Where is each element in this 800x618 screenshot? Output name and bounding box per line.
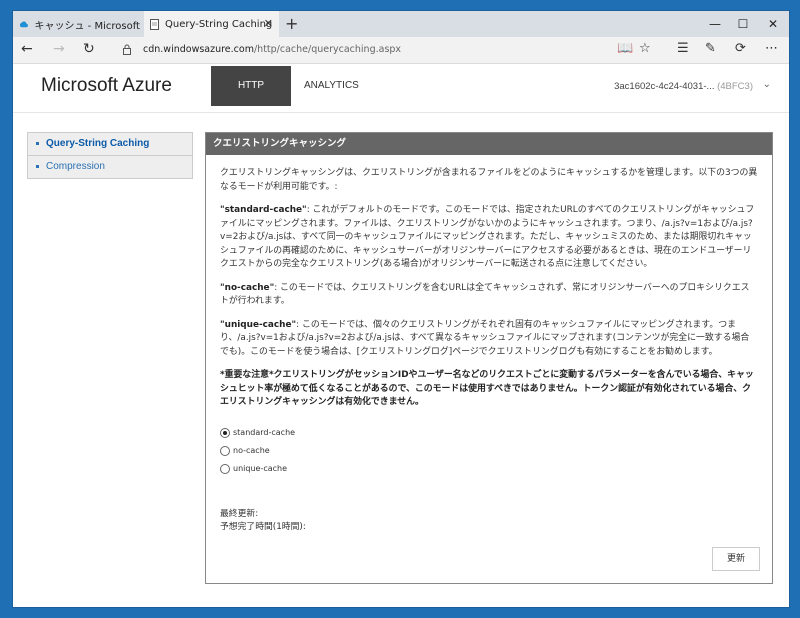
radio-button[interactable] bbox=[220, 445, 230, 456]
query-caching-panel: クエリストリングキャッシング クエリストリングキャッシングは、クエリストリングが… bbox=[205, 132, 773, 584]
radio-unique-cache[interactable]: unique-cache bbox=[220, 460, 758, 478]
maximize-icon[interactable]: ☐ bbox=[728, 11, 758, 37]
brand-logo[interactable]: Microsoft Azure bbox=[41, 75, 172, 97]
account-code: (4BFC3) bbox=[717, 81, 753, 92]
favorite-star-icon[interactable]: ☆ bbox=[639, 41, 651, 56]
back-icon[interactable]: ← bbox=[21, 41, 33, 57]
radio-standard-cache[interactable]: standard-cache bbox=[220, 424, 758, 442]
share-icon[interactable]: ⟳ bbox=[735, 41, 746, 56]
mode-key: "no-cache" bbox=[220, 282, 275, 293]
tab-bar: キャッシュ - Microsoft Azure Query-String Cac… bbox=[13, 11, 789, 37]
lock-icon bbox=[123, 44, 131, 55]
chevron-down-icon[interactable]: ⌄ bbox=[763, 79, 771, 90]
mode-description: "unique-cache": このモードでは、個々のクエリストリングがそれぞれ… bbox=[220, 319, 758, 360]
tab-cache[interactable]: キャッシュ - Microsoft Azure bbox=[13, 11, 143, 37]
radio-no-cache[interactable]: no-cache bbox=[220, 442, 758, 460]
address-bar: ← → ↻ cdn.windowsazure.com/http/cache/qu… bbox=[13, 37, 789, 64]
update-button[interactable]: 更新 bbox=[712, 547, 760, 571]
radio-label: no-cache bbox=[233, 445, 270, 455]
sidebar: Query-String Caching Compression bbox=[27, 132, 193, 179]
more-icon[interactable]: ⋯ bbox=[765, 41, 778, 56]
mode-radio-group: standard-cache no-cache unique-cache bbox=[220, 424, 758, 478]
panel-title: クエリストリングキャッシング bbox=[206, 133, 772, 155]
mode-text: : このモードでは、個々のクエリストリングがそれぞれ固有のキャッシュファイルにマ… bbox=[220, 319, 750, 357]
cloud-icon bbox=[19, 20, 28, 27]
intro-text: クエリストリングキャッシングは、クエリストリングが含まれるファイルをどのようにキ… bbox=[220, 168, 758, 192]
nav-http-large[interactable]: HTTP LARGE bbox=[211, 66, 291, 131]
reading-view-icon[interactable]: 📖 bbox=[617, 41, 633, 56]
warning-text: *重要な注意*クエリストリングがセッションIDやユーザー名などのリクエストごとに… bbox=[220, 369, 758, 410]
radio-label: standard-cache bbox=[233, 427, 296, 437]
sidebar-item-label: Compression bbox=[46, 161, 105, 172]
last-updated-label: 最終更新: bbox=[220, 508, 259, 519]
panel-body: クエリストリングキャッシングは、クエリストリングが含まれるファイルをどのようにキ… bbox=[206, 155, 772, 546]
radio-button[interactable] bbox=[220, 463, 230, 474]
mode-key: "standard-cache" bbox=[220, 205, 307, 215]
close-window-icon[interactable]: ✕ bbox=[758, 11, 788, 37]
refresh-icon[interactable]: ↻ bbox=[83, 41, 95, 57]
radio-button[interactable] bbox=[220, 427, 230, 438]
web-note-icon[interactable]: ✎ bbox=[705, 41, 716, 56]
close-tab-icon[interactable]: ✕ bbox=[264, 17, 273, 30]
radio-label: unique-cache bbox=[233, 463, 288, 473]
bullet-icon bbox=[36, 141, 39, 145]
mode-text: : このモードでは、クエリストリングを含むURLは全てキャッシュされず、常にオリ… bbox=[220, 282, 750, 307]
tab-label: Query-String Caching bbox=[165, 18, 273, 30]
sidebar-item-compression[interactable]: Compression bbox=[28, 156, 192, 178]
warning-bold: *重要な注意*クエリストリングがセッションIDやユーザー名などのリクエストごとに… bbox=[220, 370, 754, 407]
bullet-icon bbox=[36, 164, 39, 168]
site-header: Microsoft Azure HTTP LARGE ANALYTICS 3ac… bbox=[13, 64, 789, 131]
forward-icon[interactable]: → bbox=[53, 41, 65, 57]
url-field[interactable]: cdn.windowsazure.com/http/cache/querycac… bbox=[143, 44, 401, 55]
tab-query-string-caching[interactable]: Query-String Caching ✕ bbox=[144, 11, 279, 37]
status-meta: 最終更新: 予想完了時間(1時間): bbox=[220, 508, 758, 534]
mode-description: "no-cache": このモードでは、クエリストリングを含むURLは全てキャッ… bbox=[220, 282, 758, 309]
browser-window: キャッシュ - Microsoft Azure Query-String Cac… bbox=[12, 10, 790, 608]
sidebar-item-label: Query-String Caching bbox=[46, 138, 150, 149]
page-icon bbox=[150, 18, 159, 30]
account-id: 3ac1602c-4c24-4031-... bbox=[614, 81, 715, 92]
nav-analytics[interactable]: ANALYTICS bbox=[292, 66, 371, 106]
url-path: /http/cache/querycaching.aspx bbox=[253, 44, 402, 55]
url-domain: cdn.windowsazure.com bbox=[143, 44, 254, 55]
minimize-icon[interactable]: — bbox=[700, 11, 730, 37]
mode-description: "standard-cache": これがデフォルトのモードです。このモードでは… bbox=[220, 204, 758, 272]
account-selector[interactable]: 3ac1602c-4c24-4031-... (4BFC3) bbox=[614, 81, 753, 92]
new-tab-button[interactable]: + bbox=[285, 14, 298, 33]
sidebar-item-query-string-caching[interactable]: Query-String Caching bbox=[28, 133, 192, 156]
mode-key: "unique-cache" bbox=[220, 319, 297, 330]
hub-icon[interactable]: ☰ bbox=[677, 41, 689, 56]
eta-label: 予想完了時間(1時間): bbox=[220, 521, 306, 532]
tab-label: キャッシュ - Microsoft Azure bbox=[34, 20, 144, 32]
